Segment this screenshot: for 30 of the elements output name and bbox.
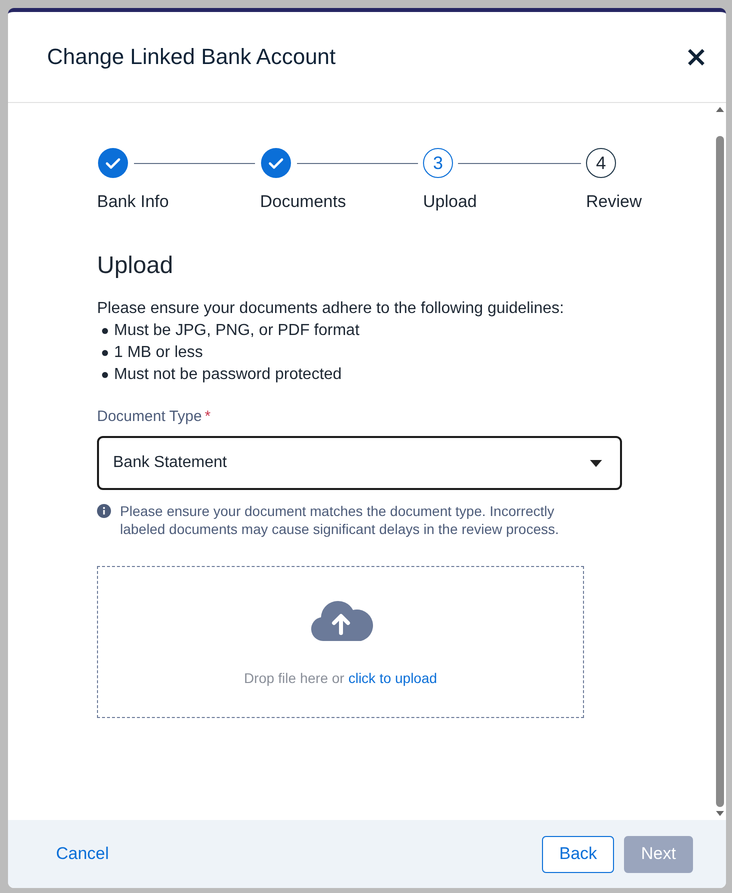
guideline-item: Must not be password protected — [114, 366, 342, 384]
scroll-up-icon[interactable] — [716, 107, 724, 112]
guideline-item: 1 MB or less — [114, 344, 203, 362]
scrollbar-thumb[interactable] — [716, 136, 724, 807]
bullet-icon — [102, 328, 108, 334]
cancel-link[interactable]: Cancel — [56, 844, 109, 864]
dialog-title: Change Linked Bank Account — [47, 44, 336, 70]
step-label: Documents — [260, 192, 347, 212]
info-icon — [97, 504, 111, 518]
step-number: 4 — [586, 148, 616, 178]
guideline-item: Must be JPG, PNG, or PDF format — [114, 322, 360, 340]
close-button[interactable]: × — [680, 43, 712, 71]
field-label: Document Type — [97, 408, 202, 425]
section-heading: Upload — [97, 252, 174, 280]
bullet-icon — [102, 350, 108, 356]
caret-icon — [590, 460, 602, 466]
bullet-icon — [102, 372, 108, 378]
required-mark: * — [204, 408, 211, 425]
guidelines-text: Please ensure your documents adhere to the following guidelines: — [97, 300, 565, 318]
step-label: Review — [586, 192, 643, 212]
back-button[interactable]: Back — [542, 836, 614, 872]
upload-link[interactable]: click to upload — [348, 670, 438, 686]
scroll-down-icon[interactable] — [716, 811, 724, 816]
drop-hint: Drop file here or — [244, 670, 344, 686]
notice-text: Please ensure your document matches the document type. Incorrectly labeled documents may cause significant delays in the review process. — [120, 502, 560, 538]
step-label: Upload — [423, 192, 478, 212]
step-label: Bank Info — [97, 192, 170, 212]
file-drop-zone[interactable]: Drop file here or click to upload — [97, 566, 584, 718]
document-type-dropdown[interactable]: Bank Statement — [97, 436, 622, 490]
step-number: 3 — [423, 148, 453, 178]
